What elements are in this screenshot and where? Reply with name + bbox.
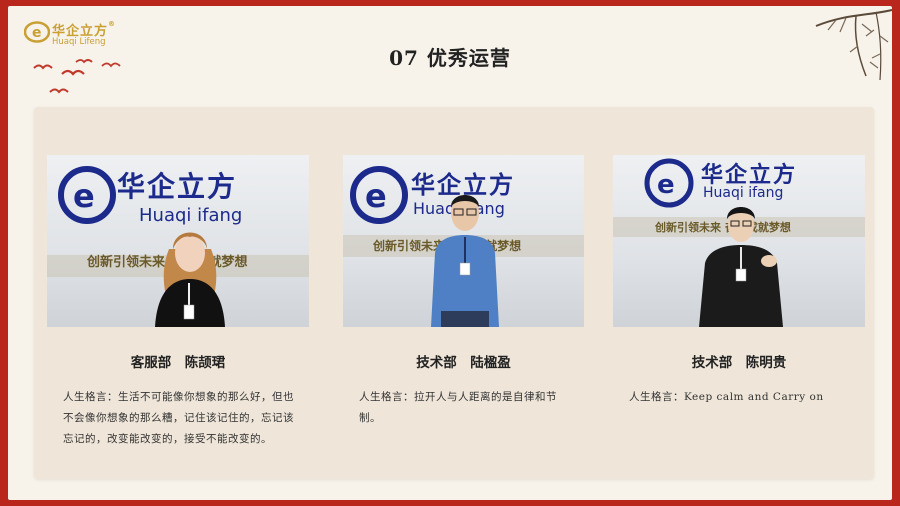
content-panel: e 华企立方 Huaqi ifang 创新引领未来 奋斗成就梦想 客服部 陈颉珺… xyxy=(34,107,874,479)
employee-motto: 人生格言：Keep calm and Carry on xyxy=(629,391,824,403)
employee-motto: 人生格言：拉开人与人距离的是自律和节制。 xyxy=(359,391,557,424)
person-figure xyxy=(155,232,225,327)
slide-frame: e 华企立方® Huaqi Lifeng 07 优秀运营 e 华企立方 Huaq… xyxy=(8,6,892,500)
svg-text:e: e xyxy=(32,25,42,41)
employee-name: 技术部 陆楹盈 xyxy=(416,355,511,371)
employee-photo: e 华企立方 Huaqi ifang 创新引领未来 奋斗成就梦想 xyxy=(343,155,584,327)
employee-photo: e 华企立方 Huaqi ifang 创新引领未来 奋斗成就梦想 xyxy=(613,155,865,327)
svg-text:e: e xyxy=(73,177,95,215)
svg-text:e: e xyxy=(365,177,387,215)
person-figure xyxy=(699,207,783,327)
employee-motto: 人生格言：生活不可能像你想象的那么好，但也不会像你想象的那么糟，记住该记住的，忘… xyxy=(63,391,294,445)
employee-name: 客服部 陈颉珺 xyxy=(130,355,226,371)
svg-text:e: e xyxy=(657,170,675,200)
photo-wall-cn: 华企立方 xyxy=(117,170,238,203)
employee-photo: e 华企立方 Huaqi ifang 创新引领未来 奋斗成就梦想 xyxy=(47,155,309,327)
page-title: 07 优秀运营 xyxy=(389,46,511,70)
person-figure xyxy=(431,195,499,327)
employee-name: 技术部 陈明贵 xyxy=(691,355,787,371)
brand-e-icon: e xyxy=(24,21,50,43)
